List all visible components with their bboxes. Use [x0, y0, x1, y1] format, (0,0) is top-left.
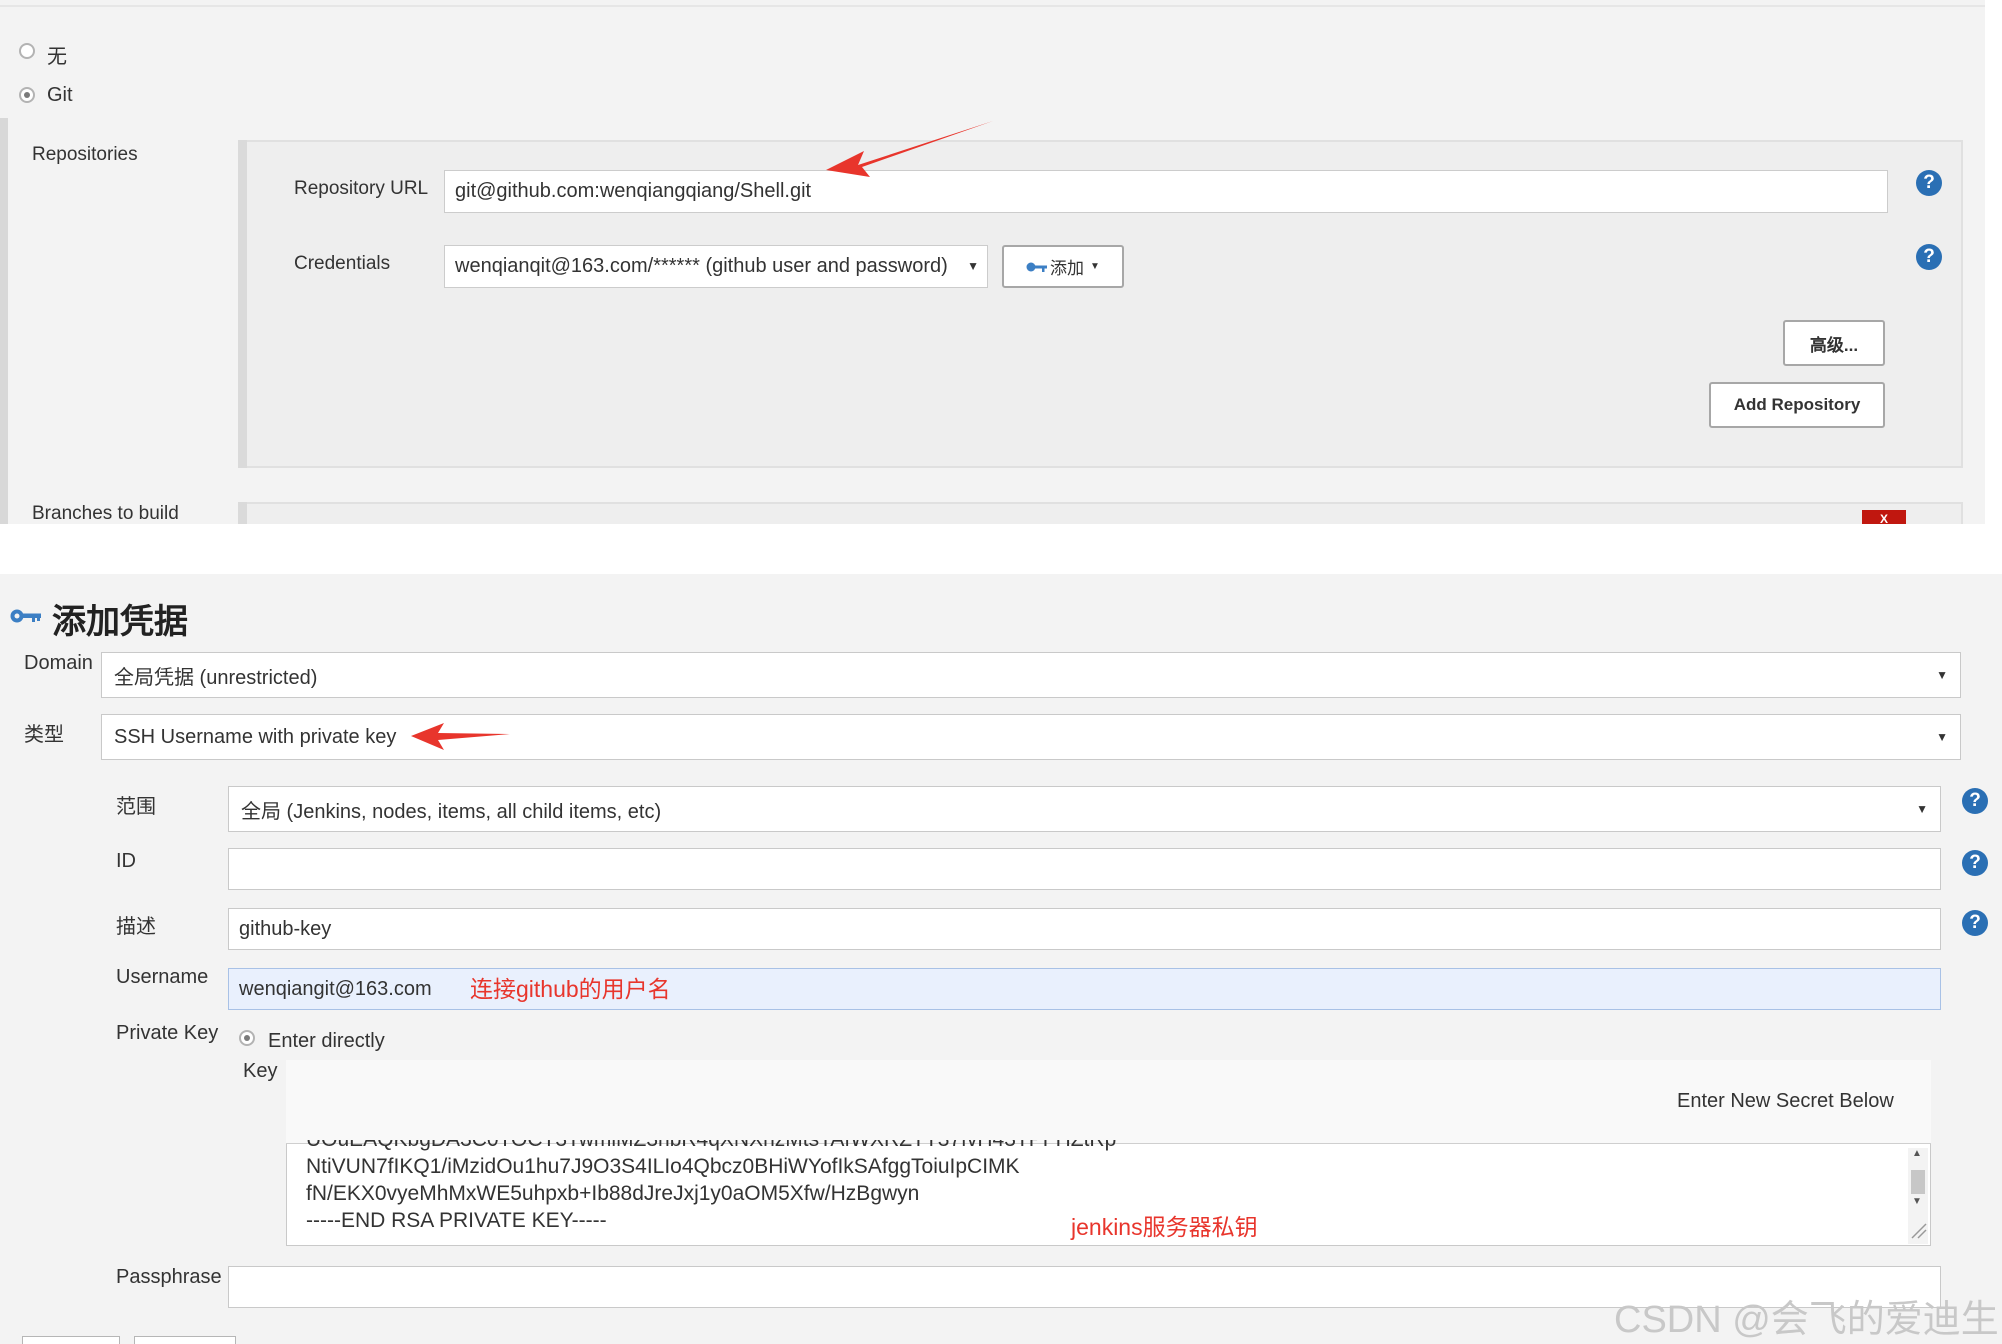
scope-help-icon[interactable]: ? [1962, 788, 1988, 814]
scroll-down-icon[interactable]: ▼ [1912, 1196, 1922, 1207]
id-help-icon[interactable]: ? [1962, 850, 1988, 876]
passphrase-label: Passphrase [116, 1266, 222, 1288]
resize-handle-icon[interactable] [1910, 1222, 1928, 1240]
private-key-annotation: jenkins服务器私钥 [1071, 1214, 1258, 1240]
watermark: CSDN @会飞的爱迪生 [1614, 1299, 1999, 1341]
scope-select[interactable]: 全局 (Jenkins, nodes, items, all child ite… [228, 786, 1941, 832]
scope-selected-value: 全局 (Jenkins, nodes, items, all child ite… [241, 800, 662, 823]
id-label: ID [116, 850, 136, 872]
key-label: Key [243, 1060, 278, 1082]
scope-label: 范围 [116, 796, 156, 818]
username-annotation: 连接github的用户名 [470, 976, 671, 1002]
scrollbar-thumb[interactable] [1911, 1170, 1925, 1194]
bottom-button-ok[interactable] [22, 1336, 120, 1344]
enter-directly-label: Enter directly [268, 1030, 385, 1052]
bottom-button-cancel[interactable] [134, 1336, 236, 1344]
username-label: Username [116, 966, 209, 988]
enter-new-secret-label: Enter New Secret Below [1677, 1090, 1894, 1112]
description-input[interactable]: github-key [228, 908, 1941, 950]
key-line: fN/EKX0vyeMhMxWE5uhpxb+Ib88dJreJxj1y0aOM… [306, 1182, 920, 1205]
description-label: 描述 [116, 916, 156, 938]
scope-caret-icon: ▼ [1916, 802, 1928, 816]
id-input[interactable] [228, 848, 1941, 890]
key-line: NtiVUN7fIKQ1/iMzidOu1hu7J9O3S4ILIo4Qbcz0… [306, 1155, 1020, 1178]
enter-directly-radio[interactable] [239, 1030, 255, 1046]
key-line: UOuEAQKbgDA3C0TOCT3TwmiMZ3nbR4qXNXnzMtsT… [306, 1140, 1866, 1153]
scroll-up-icon[interactable]: ▲ [1912, 1148, 1922, 1159]
private-key-label: Private Key [116, 1022, 219, 1044]
description-help-icon[interactable]: ? [1962, 910, 1988, 936]
